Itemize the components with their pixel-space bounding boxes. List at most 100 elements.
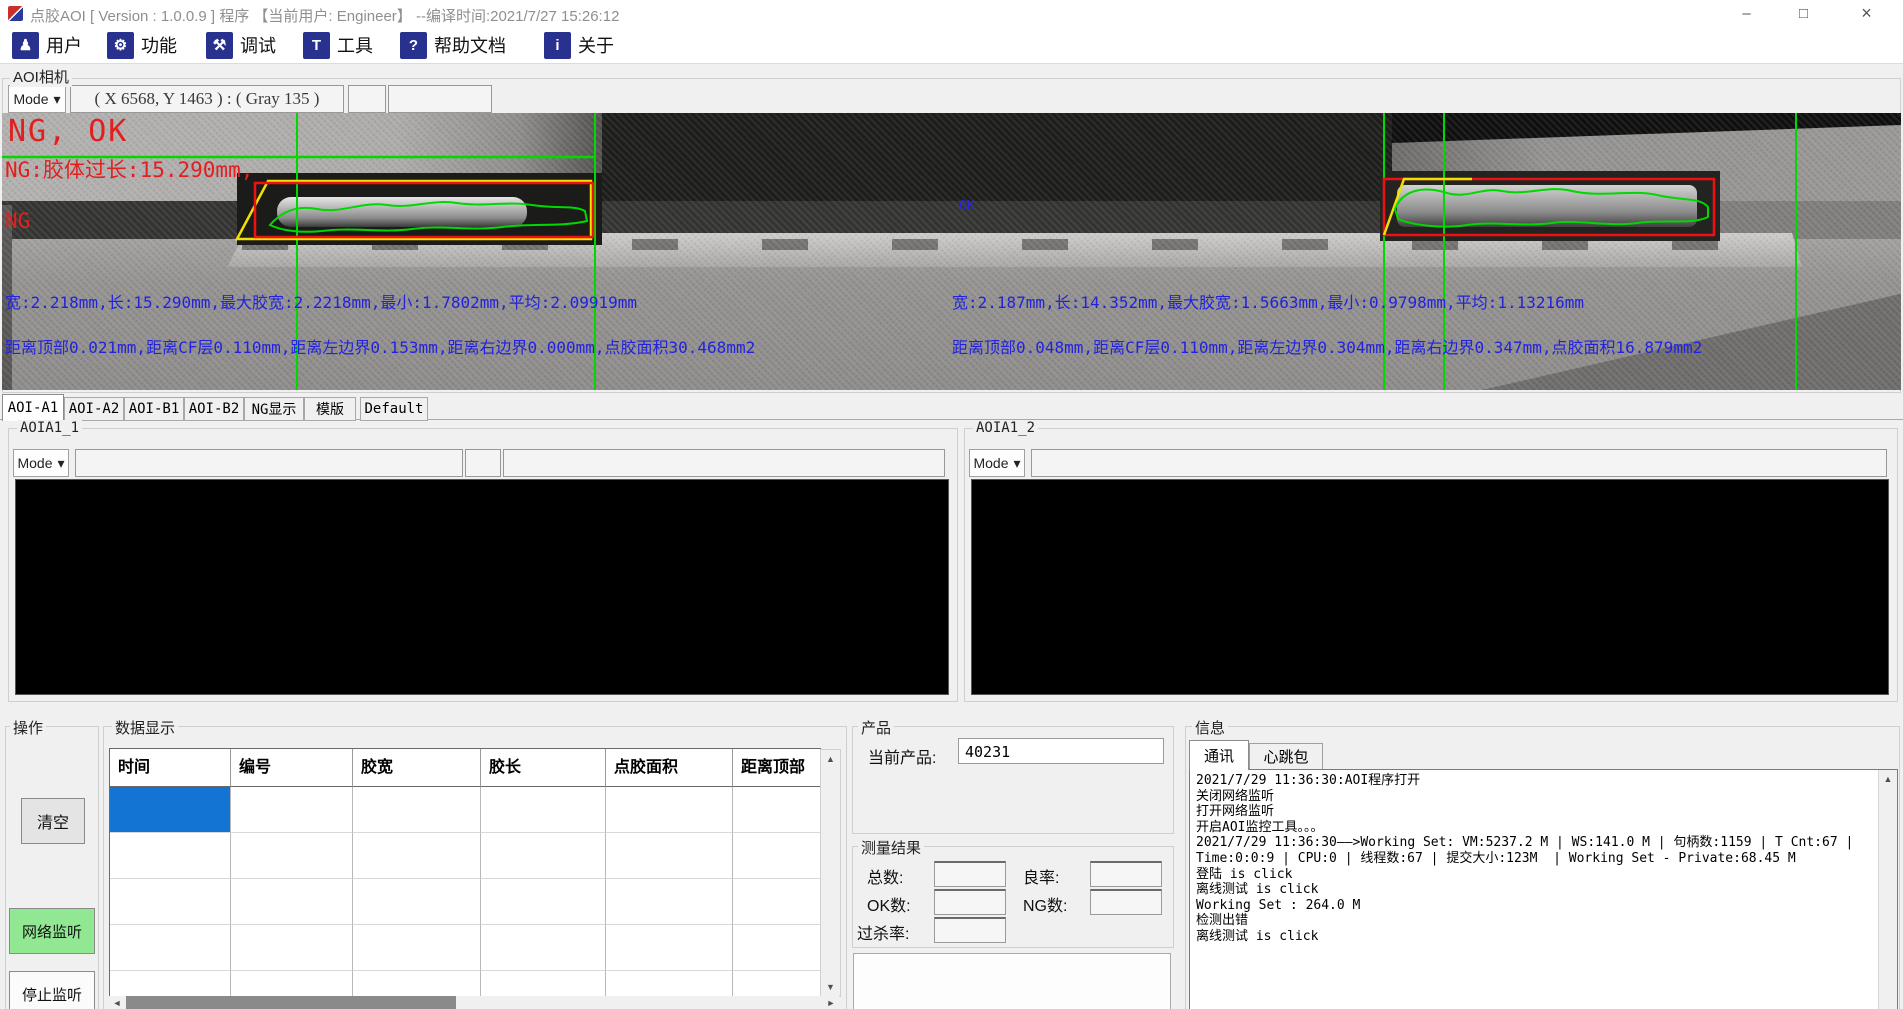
wrench-icon: ⚒ (206, 32, 233, 59)
table-row[interactable] (110, 971, 820, 998)
table-hscrollbar[interactable]: ◄ ► (109, 996, 839, 1009)
col-header-glue-length[interactable]: 胶长 (481, 749, 606, 787)
aoia1-2-label: AOIA1_2 (973, 420, 1038, 436)
total-value-box (934, 861, 1006, 887)
ok-count-value-box (934, 889, 1006, 915)
log-line: 打开网络监听 (1196, 804, 1891, 820)
info-icon: i (544, 32, 571, 59)
overkill-value-box (934, 917, 1006, 943)
tab-aoi-a1[interactable]: AOI-A1 (2, 394, 64, 421)
log-line: 登陆 is click (1196, 867, 1891, 883)
measure-groupbox: 总数: 良率: OK数: NG数: 过杀率: (852, 846, 1174, 948)
aoia1-1-field3 (503, 449, 945, 477)
aoia1-1-image-panel[interactable] (15, 479, 949, 695)
aoia1-2-groupbox: AOIA1_2 Mode▾ (964, 428, 1898, 702)
log-vscrollbar[interactable]: ▲ (1878, 770, 1897, 1009)
yield-value-box (1090, 861, 1162, 887)
menu-item-debug[interactable]: ⚒ 调试 (206, 31, 276, 59)
camera-mode-dropdown[interactable]: Mode▾ (8, 85, 66, 113)
close-button[interactable]: × (1838, 0, 1895, 27)
col-header-time[interactable]: 时间 (110, 749, 231, 787)
menu-item-tools[interactable]: T 工具 (303, 31, 373, 59)
selected-cell[interactable] (110, 787, 231, 833)
window-title: 点胶AOI [ Version : 1.0.0.9 ] 程序 【当前用户: En… (30, 5, 619, 26)
overkill-label: 过杀率: (857, 920, 909, 944)
info-group-label: 信息 (1192, 717, 1228, 738)
aoia1-1-groupbox: AOIA1_1 Mode▾ (8, 428, 958, 702)
product-group-label: 产品 (858, 717, 894, 738)
log-line: 2021/7/29 11:36:30:AOI程序打开 (1196, 773, 1891, 789)
log-line: Time:0:0:9 | CPU:0 | 线程数:67 | 提交大小:123M … (1196, 851, 1891, 867)
scroll-up-icon[interactable]: ▲ (1879, 770, 1897, 788)
user-icon: ♟ (12, 32, 39, 59)
scroll-right-icon[interactable]: ► (823, 996, 839, 1009)
tab-aoi-b2[interactable]: AOI-B2 (184, 397, 244, 421)
menu-item-about[interactable]: i 关于 (544, 31, 614, 59)
app-icon (8, 6, 23, 21)
current-product-input[interactable]: 40231 (958, 738, 1164, 764)
menu-item-user[interactable]: ♟ 用户 (12, 31, 82, 59)
ng-count-value-box (1090, 889, 1162, 915)
log-line: 关闭网络监听 (1196, 789, 1891, 805)
aoia1-1-label: AOIA1_1 (17, 420, 82, 436)
operate-group-label: 操作 (10, 717, 46, 738)
data-table[interactable]: 时间 编号 胶宽 胶长 点胶面积 距离顶部 (109, 748, 821, 998)
col-header-glue-area[interactable]: 点胶面积 (606, 749, 733, 787)
aoia1-2-mode-dropdown[interactable]: Mode▾ (969, 449, 1025, 477)
tab-ng-display[interactable]: NG显示 (244, 397, 304, 421)
scroll-left-icon[interactable]: ◄ (109, 996, 125, 1009)
camera-view[interactable]: NG, OK NG:胶体过长:15.290mm, NG OK 宽:2.218mm… (2, 113, 1901, 390)
yield-label: 良率: (1023, 864, 1059, 888)
table-row[interactable] (110, 833, 820, 879)
tab-aoi-a2[interactable]: AOI-A2 (64, 397, 124, 421)
product-note-box (853, 953, 1171, 1009)
col-header-glue-width[interactable]: 胶宽 (353, 749, 481, 787)
data-table-group-label: 数据显示 (112, 717, 178, 738)
chevron-down-icon: ▾ (58, 455, 65, 472)
tab-comm[interactable]: 通讯 (1189, 740, 1249, 770)
tab-template[interactable]: 模版 (304, 397, 356, 421)
ng-count-label: NG数: (1023, 892, 1067, 916)
table-row[interactable] (110, 879, 820, 925)
right-measure-line1: 宽:2.187mm,长:14.352mm,最大胶宽:1.5663mm,最小:0.… (952, 289, 1584, 313)
table-row[interactable] (110, 787, 820, 833)
aoia1-1-field1 (75, 449, 463, 477)
log-line: 2021/7/29 11:36:30——>Working Set: VM:523… (1196, 835, 1891, 851)
chevron-down-icon: ▾ (1014, 455, 1021, 472)
col-header-id[interactable]: 编号 (231, 749, 353, 787)
ng-flag-text: NG (5, 209, 30, 233)
right-glue-contour (1395, 189, 1708, 226)
camera-group-label: AOI相机 (10, 66, 72, 87)
chevron-down-icon: ▾ (54, 91, 61, 108)
maximize-button[interactable]: □ (1775, 0, 1832, 27)
scroll-up-icon[interactable]: ▲ (821, 750, 840, 768)
tab-aoi-b1[interactable]: AOI-B1 (124, 397, 184, 421)
tab-default[interactable]: Default (360, 397, 428, 421)
aoia1-1-mode-dropdown[interactable]: Mode▾ (13, 449, 69, 477)
stop-listen-button[interactable]: 停止监听 (9, 971, 95, 1009)
log-line: 离线测试 is click (1196, 882, 1891, 898)
ng-reason-text: NG:胶体过长:15.290mm, (5, 154, 253, 184)
total-label: 总数: (867, 864, 903, 888)
network-listen-button[interactable]: 网络监听 (9, 908, 95, 954)
left-glue-contour (270, 202, 587, 232)
current-product-label: 当前产品: (868, 744, 936, 768)
table-row[interactable] (110, 925, 820, 971)
camera-mode-field (388, 85, 492, 113)
col-header-dist-top[interactable]: 距离顶部 (733, 749, 820, 787)
left-measure-line1: 宽:2.218mm,长:15.290mm,最大胶宽:2.2218mm,最小:1.… (5, 289, 637, 313)
scroll-down-icon[interactable]: ▼ (821, 978, 840, 996)
menu-item-help[interactable]: ? 帮助文档 (400, 31, 506, 59)
tab-heartbeat[interactable]: 心跳包 (1249, 743, 1323, 770)
comm-log-panel[interactable]: 2021/7/29 11:36:30:AOI程序打开 关闭网络监听 打开网络监听… (1189, 769, 1898, 1009)
minimize-button[interactable]: – (1718, 0, 1775, 27)
clear-button[interactable]: 清空 (21, 798, 85, 844)
aoia1-2-field1 (1031, 449, 1887, 477)
menu-bar: ♟ 用户 ⚙ 功能 ⚒ 调试 T 工具 ? 帮助文档 i 关于 (0, 27, 1903, 64)
aoia1-2-image-panel[interactable] (971, 479, 1889, 695)
menu-item-function[interactable]: ⚙ 功能 (107, 31, 177, 59)
measure-group-label: 测量结果 (858, 837, 924, 858)
hscroll-thumb[interactable] (126, 996, 456, 1009)
table-vscrollbar[interactable]: ▲ ▼ (820, 749, 841, 997)
aoia1-1-field2 (465, 449, 501, 477)
